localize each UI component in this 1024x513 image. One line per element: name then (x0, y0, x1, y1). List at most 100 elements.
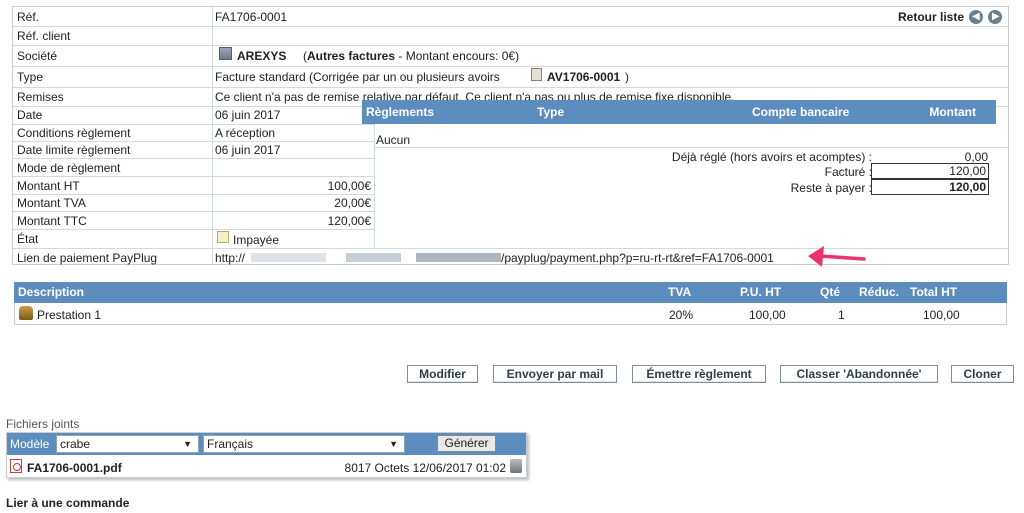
payments-divider (374, 147, 1008, 148)
payplug-prefix: http:// (215, 251, 246, 265)
amount-ht-value: 100,00€ (327, 179, 371, 193)
issue-payment-button[interactable]: Émettre règlement (632, 365, 766, 383)
payments-col-amount: Montant (929, 105, 976, 119)
company-label: Société (17, 49, 58, 63)
delete-file-icon[interactable] (510, 459, 522, 473)
type-label: Type (17, 70, 44, 84)
line-description: Prestation 1 (37, 308, 102, 322)
col-pu-ht: P.U. HT (740, 285, 782, 299)
attached-files-panel: Modèle crabe ▼ Français ▼ Générer FA1706… (6, 432, 527, 478)
lines-header: Description TVA P.U. HT Qté Réduc. Total… (14, 282, 1007, 303)
file-meta: 8017 Octets 12/06/2017 01:02 (344, 461, 506, 475)
unpaid-status-icon (217, 231, 229, 243)
classify-abandoned-button[interactable]: Classer 'Abandonnée' (780, 365, 938, 383)
due-date-value: 06 juin 2017 (215, 143, 281, 157)
line-tva: 20% (669, 308, 694, 322)
billed-label: Facturé : (824, 165, 872, 179)
col-tva: TVA (668, 285, 692, 299)
payments-header: Règlements Type Compte bancaire Montant (362, 100, 996, 124)
service-icon (19, 306, 33, 320)
paid-value: 0,00 (964, 150, 988, 164)
other-invoices-link[interactable]: Autres factures (307, 49, 395, 63)
payplug-label: Lien de paiement PayPlug (17, 251, 158, 265)
generate-button[interactable]: Générer (437, 435, 496, 452)
company-icon (219, 47, 232, 60)
line-pu: 100,00 (749, 308, 786, 322)
row-divider (13, 45, 1008, 46)
file-name-link[interactable]: FA1706-0001.pdf (27, 461, 122, 475)
table-row: Prestation 1 20% 100,00 1 100,00 (14, 303, 1007, 325)
amount-ttc-label: Montant TTC (17, 214, 87, 228)
row-divider (13, 124, 375, 125)
state-value: Impayée (233, 233, 280, 247)
payment-mode-label: Mode de règlement (17, 161, 121, 175)
payments-none: Aucun (376, 133, 411, 147)
amount-ttc-value: 120,00€ (327, 214, 371, 228)
date-value: 06 juin 2017 (215, 108, 281, 122)
send-mail-button[interactable]: Envoyer par mail (493, 365, 617, 383)
ref-value: FA1706-0001 (215, 10, 288, 24)
chevron-down-icon: ▼ (183, 439, 192, 449)
edit-button[interactable]: Modifier (407, 365, 478, 383)
language-select-value: Français (207, 437, 254, 451)
company-name-link[interactable]: AREXYS (237, 49, 286, 63)
state-label: État (17, 232, 39, 246)
col-total-ht: Total HT (910, 285, 958, 299)
payplug-link[interactable]: /payplug/payment.php?p=ru-rt-rt&ref=FA17… (501, 251, 774, 265)
model-select[interactable]: crabe ▼ (56, 435, 199, 453)
column-divider (212, 7, 213, 264)
row-divider (13, 66, 1008, 67)
credit-note-icon (531, 68, 542, 81)
remain-value: 120,00 (871, 179, 989, 195)
next-icon[interactable]: ▶ (988, 10, 1002, 24)
row-divider (13, 194, 375, 195)
credit-note-link[interactable]: AV1706-0001 (547, 70, 620, 84)
type-value: Facture standard (Corrigée par un ou plu… (215, 70, 500, 84)
language-select[interactable]: Français ▼ (203, 435, 405, 453)
link-order-title[interactable]: Lier à une commande (6, 496, 129, 510)
company-outstanding: - Montant encours: 0€) (398, 49, 520, 63)
col-description: Description (18, 285, 85, 299)
amount-tva-label: Montant TVA (17, 196, 86, 210)
ref-label: Réf. (17, 10, 40, 24)
model-label: Modèle (10, 437, 50, 451)
row-divider (13, 211, 375, 212)
row-divider (13, 87, 1008, 88)
conditions-label: Conditions règlement (17, 126, 131, 140)
line-total: 100,00 (923, 308, 960, 322)
files-toolbar: Modèle crabe ▼ Français ▼ Générer (7, 433, 526, 455)
payments-col-title: Règlements (366, 105, 435, 119)
payments-col-bank: Compte bancaire (752, 105, 850, 119)
back-to-list-link[interactable]: Retour liste (898, 10, 964, 24)
billed-value: 120,00 (871, 163, 989, 179)
paid-label: Déjà réglé (hors avoirs et acomptes) : (671, 150, 872, 164)
ref-client-label: Réf. client (17, 29, 71, 43)
model-select-value: crabe (60, 437, 91, 451)
column-divider (374, 106, 375, 248)
discount-label: Remises (17, 90, 64, 104)
previous-icon[interactable]: ◀ (969, 10, 983, 24)
chevron-down-icon: ▼ (389, 439, 398, 449)
pdf-file-icon (10, 459, 22, 473)
blurred-url-segment (251, 253, 501, 262)
row-divider (13, 26, 1008, 27)
amount-tva-value: 20,00€ (334, 196, 371, 210)
company-extra: (Autres factures - Montant encours: 0€) (303, 49, 519, 63)
line-qty: 1 (838, 308, 845, 322)
col-qty: Qté (820, 285, 841, 299)
due-date-label: Date limite règlement (17, 143, 131, 157)
col-discount: Réduc. (859, 285, 900, 299)
date-label: Date (17, 108, 43, 122)
annotation-arrow (808, 246, 866, 267)
invoice-card: Réf. FA1706-0001 Retour liste ◀ ▶ Réf. c… (12, 6, 1009, 265)
row-divider (13, 141, 375, 142)
clone-button[interactable]: Cloner (951, 365, 1014, 383)
row-divider (13, 229, 375, 230)
remain-label: Reste à payer : (790, 181, 872, 195)
type-close-paren: ) (625, 70, 629, 84)
payments-col-type: Type (537, 105, 565, 119)
attached-files-title: Fichiers joints (6, 417, 80, 431)
row-divider (13, 158, 375, 159)
amount-ht-label: Montant HT (17, 179, 80, 193)
conditions-value: A réception (215, 126, 276, 140)
